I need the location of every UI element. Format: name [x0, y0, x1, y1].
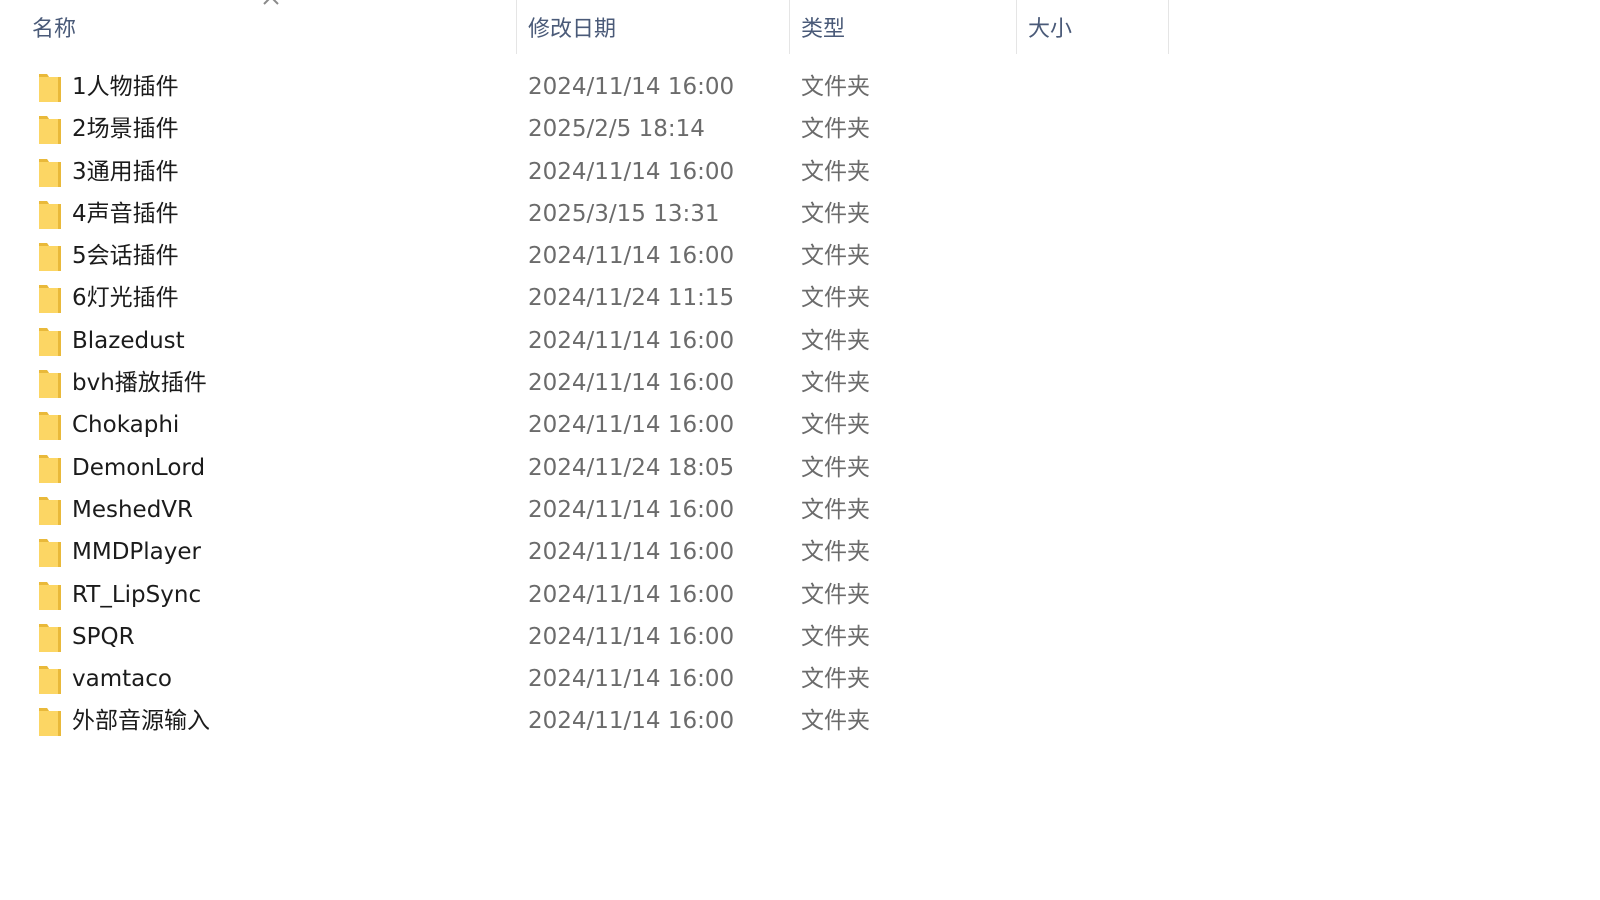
file-row[interactable]: 4声音插件 2025/3/15 13:31 文件夹: [0, 193, 1170, 235]
file-name[interactable]: SPQR: [72, 616, 135, 658]
file-row[interactable]: 3通用插件 2024/11/14 16:00 文件夹: [0, 151, 1170, 193]
file-list: 1人物插件 2024/11/14 16:00 文件夹 2场景插件 2025/2/5 18…: [0, 66, 1170, 743]
folder-icon: [39, 116, 61, 145]
file-row[interactable]: RT_LipSync 2024/11/14 16:00 文件夹: [0, 574, 1170, 616]
file-name[interactable]: 6灯光插件: [72, 277, 179, 319]
file-type: 文件夹: [801, 370, 870, 397]
file-explorer-list: 名称 修改日期 类型 大小 1人物插件 2024/11/14 16:00 文件夹 2场…: [0, 0, 1600, 900]
folder-icon: [39, 370, 61, 399]
file-type: 文件夹: [801, 454, 870, 481]
file-modified-date: 2024/11/14 16:00: [528, 243, 735, 270]
file-row[interactable]: Blazedust 2024/11/14 16:00 文件夹: [0, 320, 1170, 362]
column-header-date[interactable]: 修改日期: [516, 0, 789, 54]
file-name[interactable]: Blazedust: [72, 320, 185, 362]
file-name[interactable]: MeshedVR: [72, 489, 193, 531]
file-modified-date: 2024/11/14 16:00: [528, 581, 735, 608]
file-row[interactable]: 6灯光插件 2024/11/24 11:15 文件夹: [0, 277, 1170, 319]
file-modified-date: 2024/11/14 16:00: [528, 496, 735, 523]
file-modified-date: 2024/11/24 11:15: [528, 285, 735, 312]
file-type: 文件夹: [801, 158, 870, 185]
folder-icon: [39, 539, 61, 568]
file-name[interactable]: bvh播放插件: [72, 362, 207, 404]
folder-icon: [39, 412, 61, 441]
file-modified-date: 2024/11/14 16:00: [528, 412, 735, 439]
column-header-bar: 名称 修改日期 类型 大小: [0, 0, 1170, 54]
file-row[interactable]: MeshedVR 2024/11/14 16:00 文件夹: [0, 489, 1170, 531]
folder-icon: [39, 243, 61, 272]
file-type: 文件夹: [801, 200, 870, 227]
file-modified-date: 2024/11/14 16:00: [528, 539, 735, 566]
file-row[interactable]: SPQR 2024/11/14 16:00 文件夹: [0, 616, 1170, 658]
file-type: 文件夹: [801, 116, 870, 143]
file-name[interactable]: Chokaphi: [72, 404, 179, 446]
folder-icon: [39, 74, 61, 102]
file-type: 文件夹: [801, 623, 870, 650]
file-name[interactable]: 3通用插件: [72, 151, 179, 193]
file-modified-date: 2024/11/14 16:00: [528, 623, 735, 650]
file-modified-date: 2024/11/14 16:00: [528, 370, 735, 397]
file-name[interactable]: 1人物插件: [72, 66, 179, 108]
folder-icon: [39, 454, 61, 483]
file-row[interactable]: 5会话插件 2024/11/14 16:00 文件夹: [0, 235, 1170, 277]
column-header-name[interactable]: 名称: [0, 0, 516, 54]
file-type: 文件夹: [801, 539, 870, 566]
column-header-type[interactable]: 类型: [789, 0, 1016, 54]
file-name[interactable]: vamtaco: [72, 658, 172, 700]
file-type: 文件夹: [801, 581, 870, 608]
file-type: 文件夹: [801, 243, 870, 270]
file-modified-date: 2024/11/24 18:05: [528, 454, 735, 481]
file-name[interactable]: DemonLord: [72, 447, 205, 489]
file-row[interactable]: 1人物插件 2024/11/14 16:00 文件夹: [0, 66, 1170, 108]
folder-icon: [39, 496, 61, 525]
folder-icon: [39, 623, 61, 652]
file-modified-date: 2024/11/14 16:00: [528, 708, 735, 735]
file-name[interactable]: 2场景插件: [72, 108, 179, 150]
file-name[interactable]: 外部音源输入: [72, 700, 210, 742]
folder-icon: [39, 708, 61, 737]
file-modified-date: 2025/2/5 18:14: [528, 116, 705, 143]
column-divider-size[interactable]: [1168, 0, 1169, 54]
file-modified-date: 2025/3/15 13:31: [528, 200, 720, 227]
file-row[interactable]: MMDPlayer 2024/11/14 16:00 文件夹: [0, 531, 1170, 573]
sort-ascending-icon: [263, 0, 279, 5]
column-header-size-label: 大小: [1028, 17, 1073, 42]
file-modified-date: 2024/11/14 16:00: [528, 74, 735, 100]
file-type: 文件夹: [801, 412, 870, 439]
file-modified-date: 2024/11/14 16:00: [528, 158, 735, 185]
file-row[interactable]: 外部音源输入 2024/11/14 16:00 文件夹: [0, 700, 1170, 742]
file-name[interactable]: 4声音插件: [72, 193, 179, 235]
file-name[interactable]: RT_LipSync: [72, 574, 201, 616]
file-row[interactable]: vamtaco 2024/11/14 16:00 文件夹: [0, 658, 1170, 700]
file-name[interactable]: 5会话插件: [72, 235, 179, 277]
column-header-name-label: 名称: [32, 17, 77, 42]
file-type: 文件夹: [801, 666, 870, 693]
file-modified-date: 2024/11/14 16:00: [528, 327, 735, 354]
file-modified-date: 2024/11/14 16:00: [528, 666, 735, 693]
file-type: 文件夹: [801, 327, 870, 354]
file-row[interactable]: 2场景插件 2025/2/5 18:14 文件夹: [0, 108, 1170, 150]
file-row[interactable]: Chokaphi 2024/11/14 16:00 文件夹: [0, 404, 1170, 446]
file-row[interactable]: DemonLord 2024/11/24 18:05 文件夹: [0, 447, 1170, 489]
file-type: 文件夹: [801, 496, 870, 523]
folder-icon: [39, 158, 61, 187]
file-name[interactable]: MMDPlayer: [72, 531, 201, 573]
folder-icon: [39, 200, 61, 229]
folder-icon: [39, 581, 61, 610]
file-type: 文件夹: [801, 708, 870, 735]
file-type: 文件夹: [801, 74, 870, 100]
file-type: 文件夹: [801, 285, 870, 312]
column-header-date-label: 修改日期: [528, 17, 617, 42]
folder-icon: [39, 285, 61, 314]
file-row[interactable]: bvh播放插件 2024/11/14 16:00 文件夹: [0, 362, 1170, 404]
folder-icon: [39, 327, 61, 356]
column-header-type-label: 类型: [801, 17, 846, 42]
folder-icon: [39, 666, 61, 695]
column-header-size[interactable]: 大小: [1016, 0, 1168, 54]
